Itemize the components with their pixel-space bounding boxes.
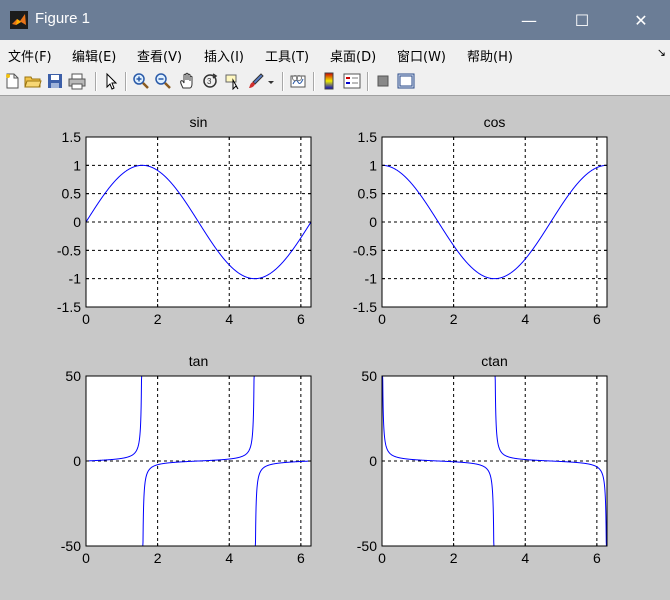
chart-title-sin: sin [190,114,208,130]
x-tick-label: 6 [593,311,601,327]
toolbar-separator [367,72,369,91]
x-tick-label: 4 [225,550,233,566]
y-tick-label: 0.5 [358,186,378,202]
print-icon[interactable] [68,72,86,90]
legend-icon[interactable] [343,72,361,90]
y-tick-label: -50 [61,538,81,554]
chart-title-tan: tan [189,353,208,369]
x-tick-label: 2 [154,311,162,327]
x-tick-label: 4 [521,311,529,327]
menu-insert[interactable]: 插入(I) [204,46,244,65]
menu-overflow-icon[interactable]: ↘ [657,46,666,59]
hide-plot-tools-icon[interactable] [374,72,392,90]
x-tick-label: 2 [450,311,458,327]
menu-window[interactable]: 窗口(W) [397,46,446,65]
y-tick-label: -1 [365,271,378,287]
minimize-icon: — [521,10,537,30]
menu-desktop[interactable]: 桌面(D) [330,46,376,65]
rotate-3d-icon[interactable]: 3 [201,72,219,90]
y-tick-label: -0.5 [353,242,377,258]
colorbar-icon[interactable] [320,72,338,90]
y-tick-label: 1 [73,157,81,173]
axes-cos [382,137,607,307]
x-tick-label: 4 [225,311,233,327]
minimize-button[interactable]: — [506,0,552,40]
maximize-button[interactable]: ☐ [559,0,605,40]
y-tick-label: 50 [65,368,81,384]
menu-tools[interactable]: 工具(T) [265,46,309,65]
y-tick-label: -1.5 [353,299,377,315]
chart-title-ctan: ctan [481,353,507,369]
menu-file[interactable]: 文件(F) [8,46,52,65]
menu-view[interactable]: 查看(V) [137,46,182,65]
y-tick-label: -50 [357,538,377,554]
x-tick-label: 6 [297,311,305,327]
x-tick-label: 0 [378,550,386,566]
window-titlebar[interactable]: Figure 1 — ☐ ✕ [0,0,670,40]
close-icon: ✕ [634,10,648,30]
x-tick-label: 6 [593,550,601,566]
chart-title-cos: cos [484,114,506,130]
y-tick-label: -1 [69,271,82,287]
y-tick-label: 1.5 [358,129,378,145]
figure-toolbar: 3 [0,68,670,96]
x-tick-label: 4 [521,550,529,566]
link-plot-icon[interactable] [289,72,307,90]
new-figure-icon[interactable] [3,72,21,90]
open-file-icon[interactable] [24,72,42,90]
figure-canvas[interactable]: 0 2 4 6 -1.5 -1 -0.5 0 0.5 1 1.5 sin 0 2 4 6 -1.5 -1 -0.5 0… [0,96,670,600]
menu-edit[interactable]: 编辑(E) [72,46,116,65]
y-tick-label: 0 [369,453,377,469]
zoom-in-icon[interactable] [132,72,150,90]
matlab-logo-icon [10,11,28,29]
zoom-out-icon[interactable] [154,72,172,90]
y-tick-label: -1.5 [57,299,81,315]
y-tick-label: 50 [361,368,377,384]
toolbar-separator [282,72,284,91]
y-tick-label: 0 [73,214,81,230]
save-icon[interactable] [46,72,64,90]
maximize-icon: ☐ [574,10,590,30]
menu-help[interactable]: 帮助(H) [467,46,513,65]
brush-icon[interactable] [247,72,265,90]
toolbar-separator [95,72,97,91]
x-tick-label: 0 [378,311,386,327]
y-tick-label: 1 [369,157,377,173]
toolbar-separator [125,72,127,91]
x-tick-label: 2 [450,550,458,566]
y-tick-label: 0 [369,214,377,230]
window-title: Figure 1 [35,10,91,27]
y-tick-label: 0.5 [62,186,82,202]
x-tick-label: 2 [154,550,162,566]
svg-text:3: 3 [207,77,212,86]
x-tick-label: 6 [297,550,305,566]
toolbar-separator [313,72,315,91]
close-button[interactable]: ✕ [618,0,664,40]
show-plot-tools-icon[interactable] [397,72,415,90]
edit-plot-arrow-icon[interactable] [102,72,120,90]
menu-bar: 文件(F) 编辑(E) 查看(V) 插入(I) 工具(T) 桌面(D) 窗口(W… [0,40,670,68]
axes-ctan [382,376,607,546]
x-tick-label: 0 [82,311,90,327]
y-tick-label: 0 [73,453,81,469]
y-tick-label: -0.5 [57,242,81,258]
brush-dropdown-icon[interactable] [266,72,276,90]
y-tick-label: 1.5 [62,129,82,145]
x-tick-label: 0 [82,550,90,566]
data-cursor-icon[interactable] [224,72,242,90]
pan-hand-icon[interactable] [178,72,196,90]
